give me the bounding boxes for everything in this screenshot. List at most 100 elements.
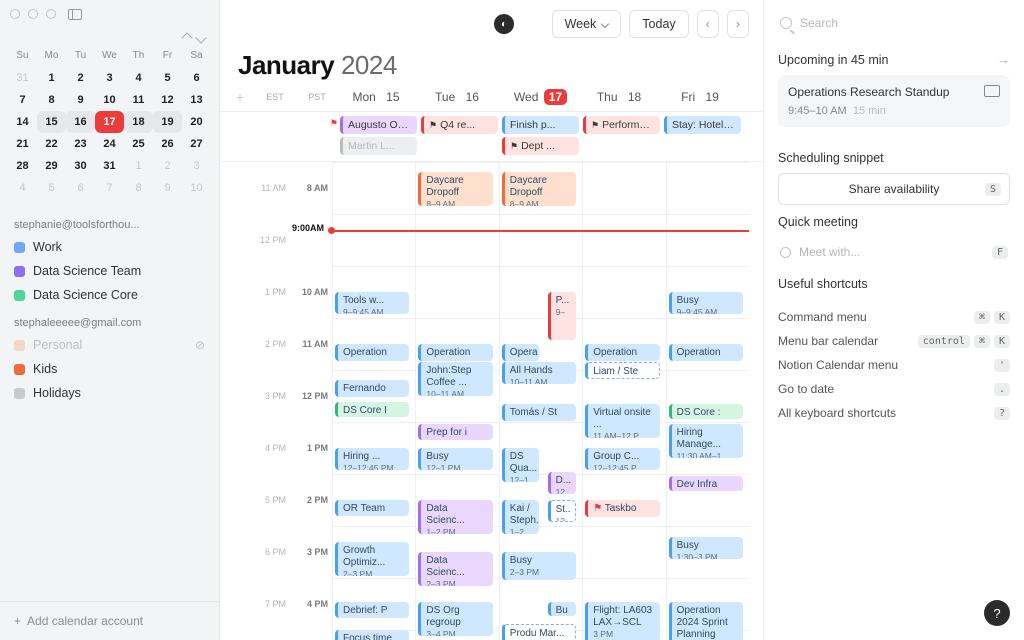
calendar-event[interactable]: John:Step Coffee ...10–11 AM <box>418 362 492 396</box>
zoom-dot[interactable] <box>46 9 56 19</box>
day-column[interactable]: Busy9–9:45 AMOperationDS Core :Hiring Ma… <box>666 162 749 640</box>
calendar-event[interactable]: Fernando <box>335 380 409 397</box>
calendar-event[interactable]: Tomás / St <box>502 404 576 421</box>
calendar-event[interactable]: Busy1:30–3 PM <box>669 537 743 559</box>
mini-day[interactable]: 10 <box>182 177 211 199</box>
mini-day[interactable]: 10 <box>95 89 124 111</box>
mini-day[interactable]: 26 <box>153 133 182 155</box>
mini-day[interactable]: 7 <box>95 177 124 199</box>
prev-button[interactable]: ‹ <box>697 10 719 38</box>
mini-day[interactable]: 12 <box>153 89 182 111</box>
mini-day[interactable]: 9 <box>153 177 182 199</box>
mini-day[interactable]: 27 <box>182 133 211 155</box>
mini-day[interactable]: 6 <box>182 67 211 89</box>
calendar-event[interactable]: Kai / Steph...1–2 PM <box>502 500 540 534</box>
calendar-event[interactable]: Flight: LA603 LAX→SCL3 PM <box>585 602 659 640</box>
time-grid[interactable]: 11 AM12 PM1 PM2 PM3 PM4 PM5 PM6 PM7 PM8 … <box>220 162 763 640</box>
day-header[interactable]: Wed 17 <box>500 89 581 105</box>
mini-day[interactable]: 18 <box>124 111 153 133</box>
shortcut-row[interactable]: Go to date. <box>778 377 1010 401</box>
shortcut-row[interactable]: All keyboard shortcuts? <box>778 401 1010 425</box>
calendar-event[interactable]: Produ Mar...3:30– <box>502 624 576 640</box>
calendar-event[interactable]: Operation <box>418 344 492 361</box>
mini-day[interactable]: 17 <box>95 111 124 133</box>
calendar-event[interactable]: Debrief: P <box>335 602 409 618</box>
calendar-event[interactable]: Operation 2024 Sprint Planning3–5 PM <box>669 602 743 640</box>
mini-day[interactable]: 8 <box>37 89 66 111</box>
mini-day[interactable]: 31 <box>8 67 37 89</box>
day-header[interactable]: Fri 19 <box>662 89 743 105</box>
mini-day[interactable]: 16 <box>66 111 95 133</box>
day-column[interactable]: Daycare Dropoff8–9 AMP...9–OperaAll Hand… <box>499 162 582 640</box>
mini-day[interactable]: 25 <box>124 133 153 155</box>
calendar-event[interactable]: OR Team <box>335 500 409 516</box>
calendar-event[interactable]: Group C...12–12:45 P <box>585 448 659 470</box>
calendar-item[interactable]: Data Science Team <box>0 259 219 283</box>
mini-day[interactable]: 5 <box>37 177 66 199</box>
calendar-event[interactable]: ⚑ Taskbo <box>585 500 659 517</box>
day-column[interactable]: Tools w...9–9:45 AMOperationFernandoDS C… <box>332 162 415 640</box>
calendar-event[interactable]: Dev Infra <box>669 476 743 491</box>
mini-day[interactable]: 19 <box>153 111 182 133</box>
mini-day[interactable]: 24 <box>95 133 124 155</box>
add-calendar-account[interactable]: + Add calendar account <box>0 601 219 640</box>
allday-event[interactable]: ⚑Dept ... <box>502 137 579 155</box>
allday-event[interactable]: Augusto OOO <box>340 116 417 134</box>
calendar-event[interactable]: Busy9–9:45 AM <box>669 292 743 314</box>
calendar-event[interactable]: Growth Optimiz...2–3 PM <box>335 542 409 576</box>
mini-day[interactable]: 2 <box>153 155 182 177</box>
calendar-event[interactable]: Operation <box>585 344 659 361</box>
mini-day[interactable]: 1 <box>37 67 66 89</box>
calendar-event[interactable]: Data Scienc...1–2 PM <box>418 500 492 534</box>
calendar-event[interactable]: Data Scienc...2–3 PM <box>418 552 492 586</box>
mini-day[interactable]: 7 <box>8 89 37 111</box>
mini-day[interactable]: 5 <box>153 67 182 89</box>
calendar-event[interactable]: Bu <box>548 602 577 616</box>
calendar-event[interactable]: Daycare Dropoff8–9 AM <box>502 172 576 206</box>
chevron-down-icon[interactable] <box>195 32 206 43</box>
mini-day[interactable]: 2 <box>66 67 95 89</box>
calendar-item[interactable]: Kids <box>0 357 219 381</box>
calendar-event[interactable]: Virtual onsite ...11 AM–12 P <box>585 404 659 438</box>
avatar[interactable]: ◐ <box>494 14 514 34</box>
allday-event[interactable]: Finish p... <box>502 116 579 134</box>
mini-day[interactable]: 6 <box>66 177 95 199</box>
calendar-event[interactable]: P...9– <box>548 292 577 340</box>
mini-day[interactable]: 21 <box>8 133 37 155</box>
mini-day[interactable]: 20 <box>182 111 211 133</box>
calendar-event[interactable]: Hiring Manage...11:30 AM–1 <box>669 424 743 458</box>
video-call-icon[interactable] <box>984 85 1000 97</box>
calendar-event[interactable]: Operation <box>335 344 409 361</box>
calendar-event[interactable]: Daycare Dropoff8–9 AM <box>418 172 492 206</box>
calendar-item[interactable]: Personal⊘ <box>0 333 219 357</box>
allday-event[interactable]: Stay: Hotel P... <box>664 116 741 134</box>
calendar-event[interactable]: St..12 <box>548 500 577 522</box>
mini-day[interactable]: 13 <box>182 89 211 111</box>
mini-day[interactable]: 3 <box>182 155 211 177</box>
calendar-event[interactable]: D...12 <box>548 472 577 494</box>
shortcut-row[interactable]: Notion Calendar menu' <box>778 353 1010 377</box>
calendar-event[interactable]: Hiring ...12–12:45 PM <box>335 448 409 470</box>
calendar-item[interactable]: Data Science Core <box>0 283 219 307</box>
mini-day[interactable]: 15 <box>37 111 66 133</box>
sidebar-toggle-icon[interactable] <box>68 9 82 20</box>
calendar-event[interactable]: DS Core : <box>669 404 743 419</box>
mini-day[interactable]: 28 <box>8 155 37 177</box>
day-header[interactable]: Thu 18 <box>581 89 662 105</box>
calendar-event[interactable]: Busy12–1 PM <box>418 448 492 470</box>
mini-day[interactable]: 4 <box>8 177 37 199</box>
calendar-item[interactable]: Holidays <box>0 381 219 405</box>
day-column[interactable]: Daycare Dropoff8–9 AM OperationJohn:Step … <box>415 162 498 640</box>
day-header[interactable]: Tue 16 <box>419 89 500 105</box>
arrow-right-icon[interactable]: → <box>997 52 1010 67</box>
view-switcher[interactable]: Week <box>552 10 622 38</box>
calendar-event[interactable]: Opera <box>502 344 540 361</box>
mini-day[interactable]: 9 <box>66 89 95 111</box>
share-availability-button[interactable]: Share availability S <box>778 173 1010 205</box>
mini-day[interactable]: 23 <box>66 133 95 155</box>
mini-day[interactable]: 22 <box>37 133 66 155</box>
mini-day[interactable]: 29 <box>37 155 66 177</box>
mini-day[interactable]: 4 <box>124 67 153 89</box>
day-header[interactable]: Mon 15 <box>338 89 419 105</box>
upcoming-card[interactable]: Operations Research Standup 9:45–10 AM 1… <box>778 75 1010 127</box>
